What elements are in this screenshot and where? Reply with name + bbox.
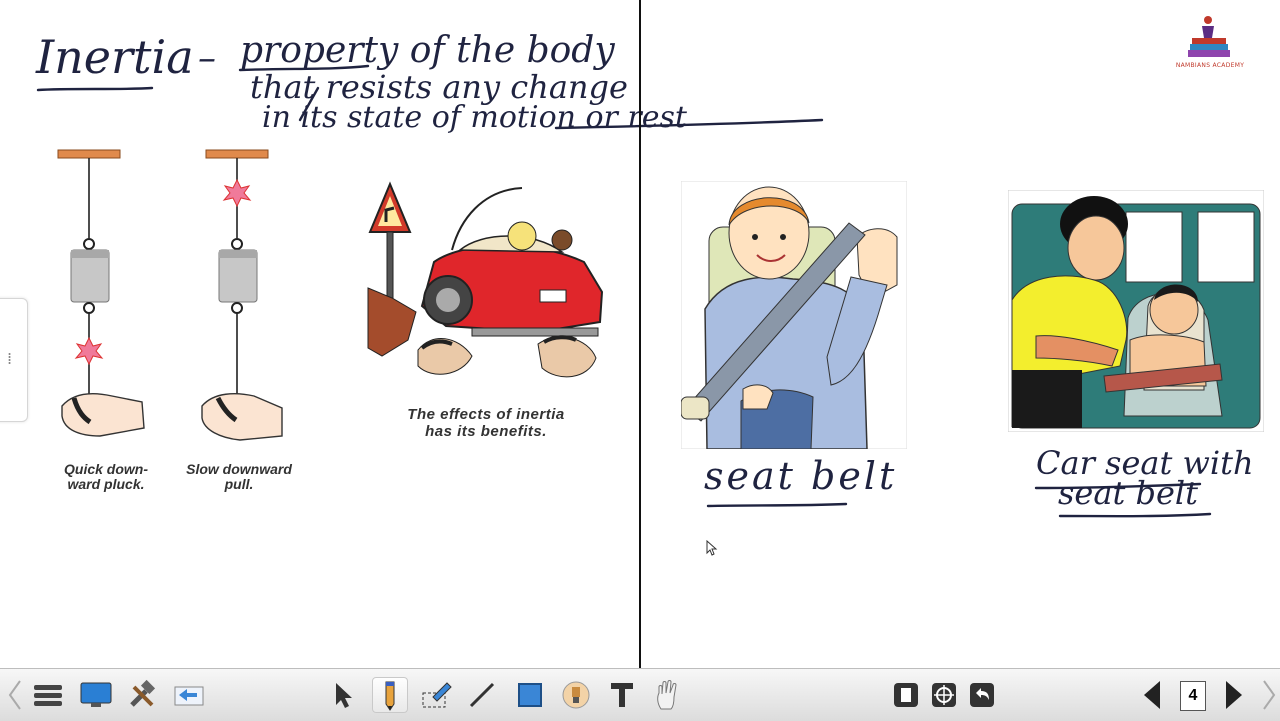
effects-caption: The effects of inertia has its benefits.: [407, 406, 565, 440]
logo-text: NAMBIANS ACADEMY: [1175, 62, 1245, 69]
grip-icon: ⁞: [7, 349, 13, 368]
mouse-cursor-icon: [706, 540, 718, 556]
seatbelt-label: seat belt: [704, 454, 898, 498]
tools-icon: [130, 679, 156, 707]
rectangle-icon: [518, 683, 542, 707]
menu-button[interactable]: [30, 677, 66, 713]
slow-pull-illustration: [201, 149, 283, 441]
spotlight-tool-button[interactable]: [558, 677, 594, 713]
select-arrow-icon: [336, 683, 352, 708]
text-tool-button[interactable]: [604, 677, 640, 713]
spotlight-icon: [562, 681, 590, 709]
seatbelt-image[interactable]: [681, 181, 907, 449]
hand-tool-button[interactable]: [650, 677, 686, 713]
collapse-right-icon[interactable]: [1258, 677, 1278, 713]
board-divider: [639, 0, 641, 668]
previous-page-icon[interactable]: [1140, 679, 1164, 711]
text-tool-icon: [611, 683, 633, 707]
heading-line3: in its state of motion or rest: [262, 100, 687, 135]
screen-capture-button[interactable]: [172, 677, 208, 713]
target-icon: [932, 683, 956, 707]
quick-pluck-illustration: [57, 149, 145, 437]
heading-line1: property of the body: [240, 30, 615, 71]
rectangle-tool-button[interactable]: [512, 677, 548, 713]
car-seat-label-line2: seat belt: [1058, 474, 1198, 512]
undo-button[interactable]: [964, 677, 1000, 713]
pencil-tool-button[interactable]: [372, 677, 408, 713]
monitor-button[interactable]: [78, 677, 114, 713]
next-page-icon[interactable]: [1222, 679, 1246, 711]
collapse-left-icon[interactable]: [6, 677, 26, 713]
menu-icon: [34, 685, 62, 706]
clipboard-icon: [894, 683, 918, 707]
target-button[interactable]: [926, 677, 962, 713]
whiteboard[interactable]: Inertia – property of the body that resi…: [0, 0, 1280, 668]
quick-pluck-caption: Quick down- ward pluck.: [64, 461, 148, 492]
hand-icon: [657, 680, 677, 710]
monitor-icon: [80, 682, 112, 707]
car-seat-image[interactable]: [1008, 190, 1264, 432]
line-tool-button[interactable]: [464, 677, 500, 713]
line-icon: [469, 682, 495, 708]
logo-icon: [1188, 16, 1230, 57]
car-inertia-cartoon: [367, 181, 604, 378]
pencil-icon: [385, 681, 395, 711]
clipboard-button[interactable]: [888, 677, 924, 713]
undo-icon: [970, 683, 994, 707]
tools-button[interactable]: [124, 677, 160, 713]
page-number: 4: [1180, 681, 1206, 711]
select-tool-button[interactable]: [326, 677, 362, 713]
heading-dash: –: [198, 38, 216, 79]
slow-pull-caption: Slow downward pull.: [186, 461, 292, 492]
side-panel-tab[interactable]: ⁞: [0, 298, 28, 422]
heading-word: Inertia: [36, 30, 194, 84]
eraser-tool-button[interactable]: [418, 677, 454, 713]
bottom-toolbar: 4: [0, 668, 1280, 721]
eraser-icon: [422, 682, 452, 708]
screen-capture-icon: [174, 686, 204, 706]
academy-logo: NAMBIANS ACADEMY: [1168, 12, 1252, 74]
